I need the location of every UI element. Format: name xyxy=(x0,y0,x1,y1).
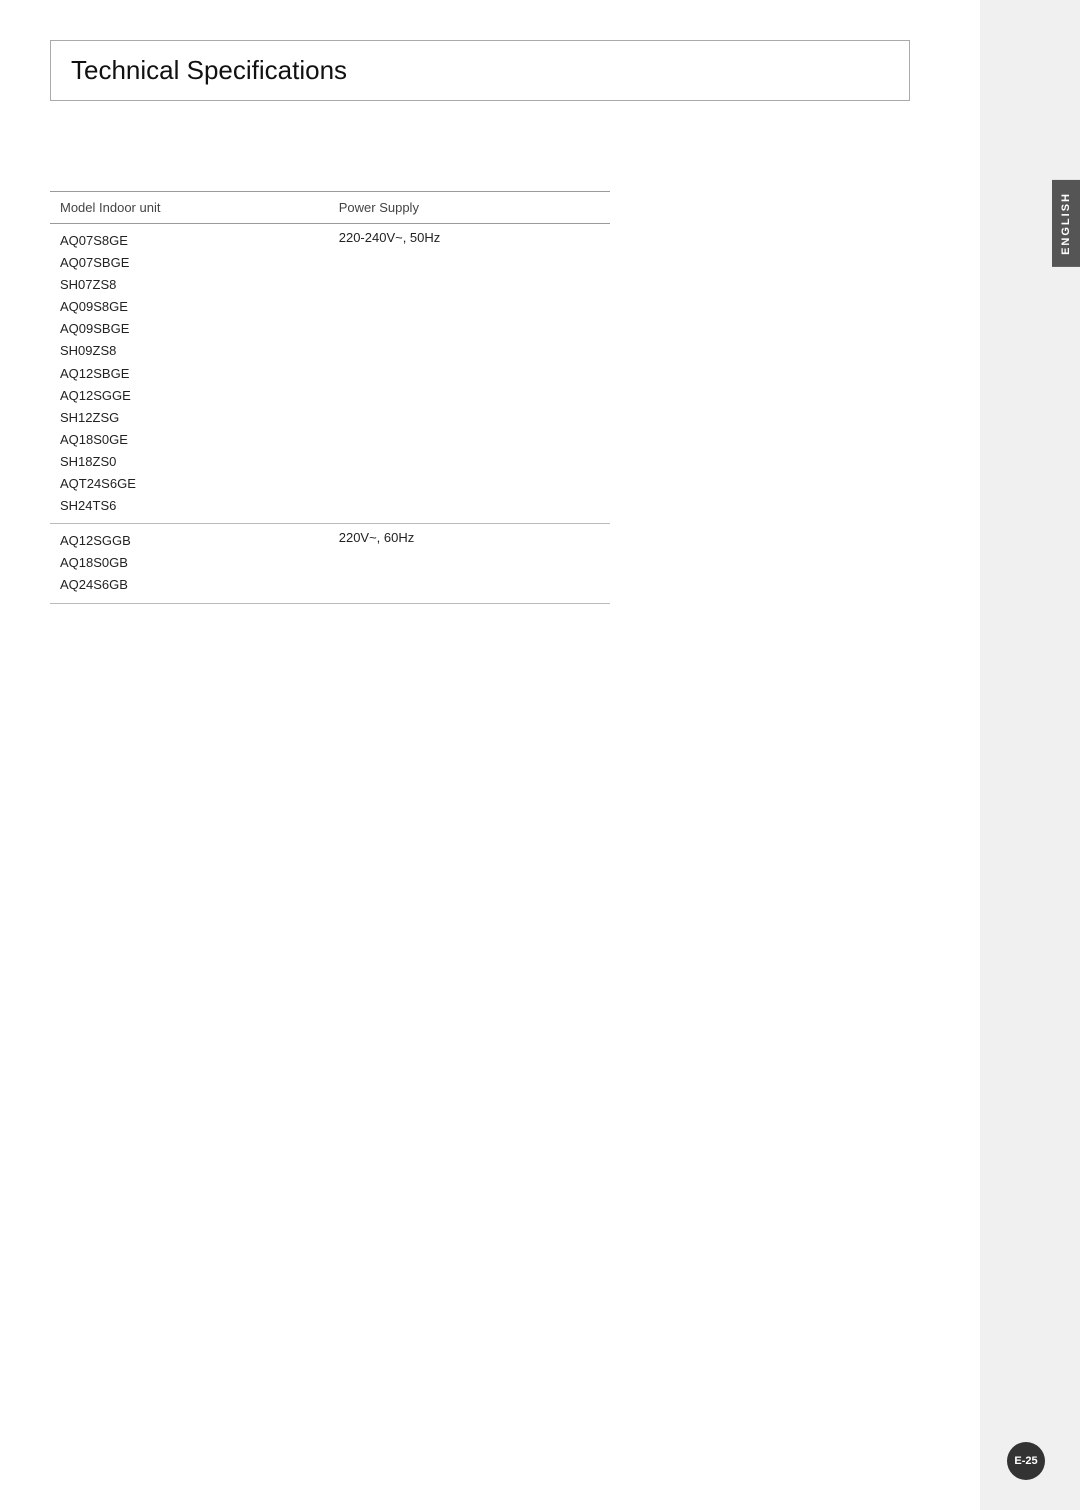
model-cell: AQ07S8GEAQ07SBGESH07ZS8AQ09S8GEAQ09SBGES… xyxy=(50,224,329,524)
page-title: Technical Specifications xyxy=(71,55,347,85)
col-header-power: Power Supply xyxy=(329,192,610,224)
power-cell: 220V~, 60Hz xyxy=(329,524,610,603)
title-box: Technical Specifications xyxy=(50,40,910,101)
table-row: AQ12SGGBAQ18S0GBAQ24S6GB220V~, 60Hz xyxy=(50,524,610,603)
table-row: AQ07S8GEAQ07SBGESH07ZS8AQ09S8GEAQ09SBGES… xyxy=(50,224,610,524)
page-container: Technical Specifications Model Indoor un… xyxy=(0,0,980,1510)
spec-table: Model Indoor unit Power Supply AQ07S8GEA… xyxy=(50,191,610,604)
col-header-model: Model Indoor unit xyxy=(50,192,329,224)
side-tab-english: ENGLISH xyxy=(1052,180,1080,267)
model-cell: AQ12SGGBAQ18S0GBAQ24S6GB xyxy=(50,524,329,603)
power-cell: 220-240V~, 50Hz xyxy=(329,224,610,524)
table-header-row: Model Indoor unit Power Supply xyxy=(50,192,610,224)
page-number-badge: E-25 xyxy=(1007,1442,1045,1480)
